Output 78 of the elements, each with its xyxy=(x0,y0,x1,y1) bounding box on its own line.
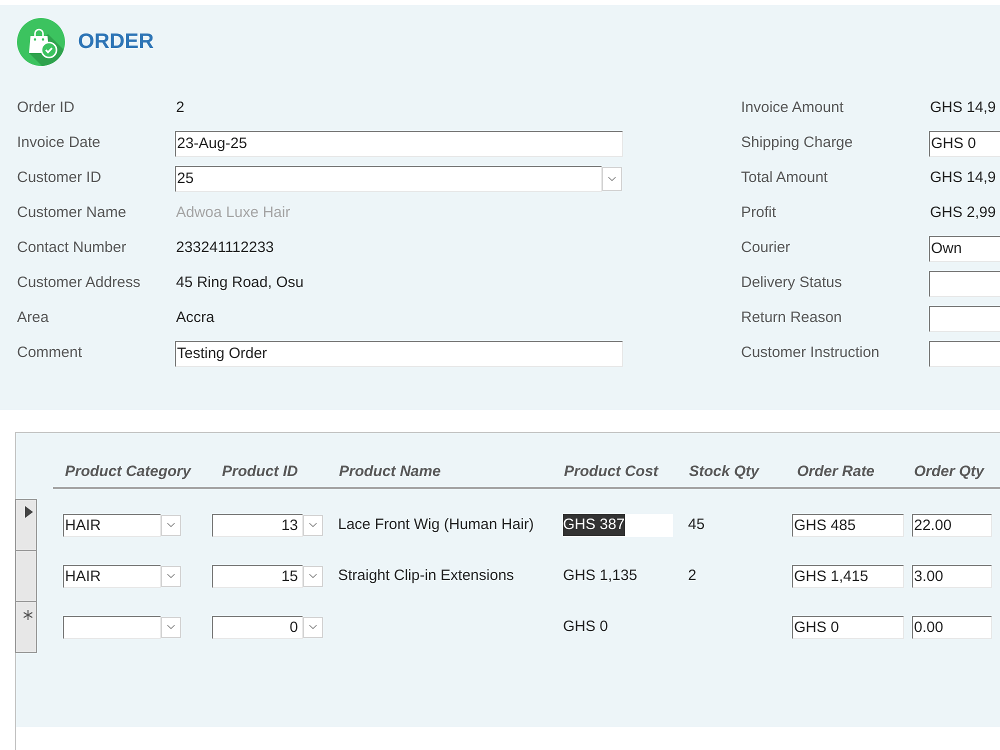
field-value: 2 xyxy=(175,98,186,118)
chevron-down-icon xyxy=(167,574,175,578)
input-field[interactable]: GHS 1,415 xyxy=(792,564,904,588)
input-field[interactable]: 0.00 xyxy=(912,616,992,638)
input-field[interactable]: GHS 485 xyxy=(792,514,904,536)
chevron-down-icon xyxy=(167,523,175,527)
column-header: Product Name xyxy=(339,462,441,482)
shopping-bag-check-icon xyxy=(17,18,65,66)
field-label: Order ID xyxy=(17,98,76,118)
dropdown-field[interactable]: HAIR xyxy=(63,564,161,588)
input-field[interactable]: Testing Order xyxy=(175,340,623,366)
dropdown-button[interactable] xyxy=(303,616,323,638)
field-label: Invoice Date xyxy=(17,133,102,154)
dropdown-field[interactable]: HAIR xyxy=(63,514,161,536)
product-cost-field[interactable]: GHS 387 xyxy=(563,514,673,536)
record-selector[interactable] xyxy=(15,499,37,551)
field-label: Profit xyxy=(741,203,778,224)
field-label: Total Amount xyxy=(741,168,829,188)
dropdown-field[interactable]: 15 xyxy=(212,564,303,588)
field-label: Return Reason xyxy=(741,308,843,328)
dropdown-field[interactable]: 0 xyxy=(212,616,303,638)
input-field[interactable] xyxy=(929,340,1000,366)
dropdown-button[interactable] xyxy=(303,514,323,536)
field-label: Invoice Amount xyxy=(741,98,845,118)
input-field[interactable]: 23-Aug-25 xyxy=(175,130,623,156)
chevron-down-icon xyxy=(309,574,317,578)
input-field[interactable] xyxy=(929,270,1000,296)
field-label: Contact Number xyxy=(17,238,128,258)
input-field[interactable]: GHS 0 xyxy=(792,616,904,638)
new-record-icon xyxy=(23,610,33,620)
dropdown-field[interactable] xyxy=(63,616,161,638)
field-label: Comment xyxy=(17,343,84,364)
column-header: Order Rate xyxy=(797,462,875,482)
dropdown-field[interactable]: 13 xyxy=(212,514,303,536)
chevron-down-icon xyxy=(608,176,616,180)
field-value: 233241112233 xyxy=(175,238,275,258)
field-value: GHS 14,9 xyxy=(929,168,997,188)
input-field[interactable]: 22.00 xyxy=(912,514,992,536)
field-label: Customer Address xyxy=(17,273,142,294)
chevron-down-icon xyxy=(309,625,317,629)
field-label: Customer Instruction xyxy=(741,343,880,364)
column-header: Product Cost xyxy=(564,462,658,482)
input-field[interactable]: GHS 0 xyxy=(929,130,1000,156)
dropdown-field[interactable]: 25 xyxy=(175,166,602,192)
field-value: GHS 14,9 xyxy=(929,98,997,118)
form-title: ORDER xyxy=(78,29,154,56)
field-label: Customer Name xyxy=(17,203,128,224)
chevron-down-icon xyxy=(309,523,317,527)
field-label: Area xyxy=(17,308,50,328)
field-value: Adwoa Luxe Hair xyxy=(175,203,292,224)
input-field[interactable]: Own xyxy=(929,236,1000,262)
input-field[interactable] xyxy=(929,306,1000,332)
dropdown-button[interactable] xyxy=(602,166,622,190)
field-label: Courier xyxy=(741,238,792,258)
product-name-text: Straight Clip-in Extensions xyxy=(338,566,515,586)
field-label: Delivery Status xyxy=(741,273,843,294)
stock-qty-text: 2 xyxy=(688,566,698,586)
product-cost-text: GHS 1,135 xyxy=(563,566,638,586)
column-header: Product Category xyxy=(65,462,191,482)
field-value: Accra xyxy=(175,308,216,328)
column-header: Stock Qty xyxy=(689,462,760,482)
field-value: GHS 2,99 xyxy=(929,203,997,224)
dropdown-button[interactable] xyxy=(303,566,323,586)
chevron-down-icon xyxy=(167,625,175,629)
field-value: 45 Ring Road, Osu xyxy=(175,273,305,294)
dropdown-button[interactable] xyxy=(161,566,181,586)
current-record-icon xyxy=(25,506,33,518)
column-header: Product ID xyxy=(222,462,298,482)
field-label: Shipping Charge xyxy=(741,133,854,154)
column-header: Order Qty xyxy=(914,462,984,482)
product-name-text: Lace Front Wig (Human Hair) xyxy=(338,514,535,535)
product-cost-text: GHS 0 xyxy=(563,616,610,637)
stock-qty-text: 45 xyxy=(688,514,706,535)
dropdown-button[interactable] xyxy=(161,514,181,536)
field-label: Customer ID xyxy=(17,168,102,188)
input-field[interactable]: 3.00 xyxy=(912,564,992,588)
dropdown-button[interactable] xyxy=(161,616,181,638)
record-selector[interactable] xyxy=(15,601,37,653)
